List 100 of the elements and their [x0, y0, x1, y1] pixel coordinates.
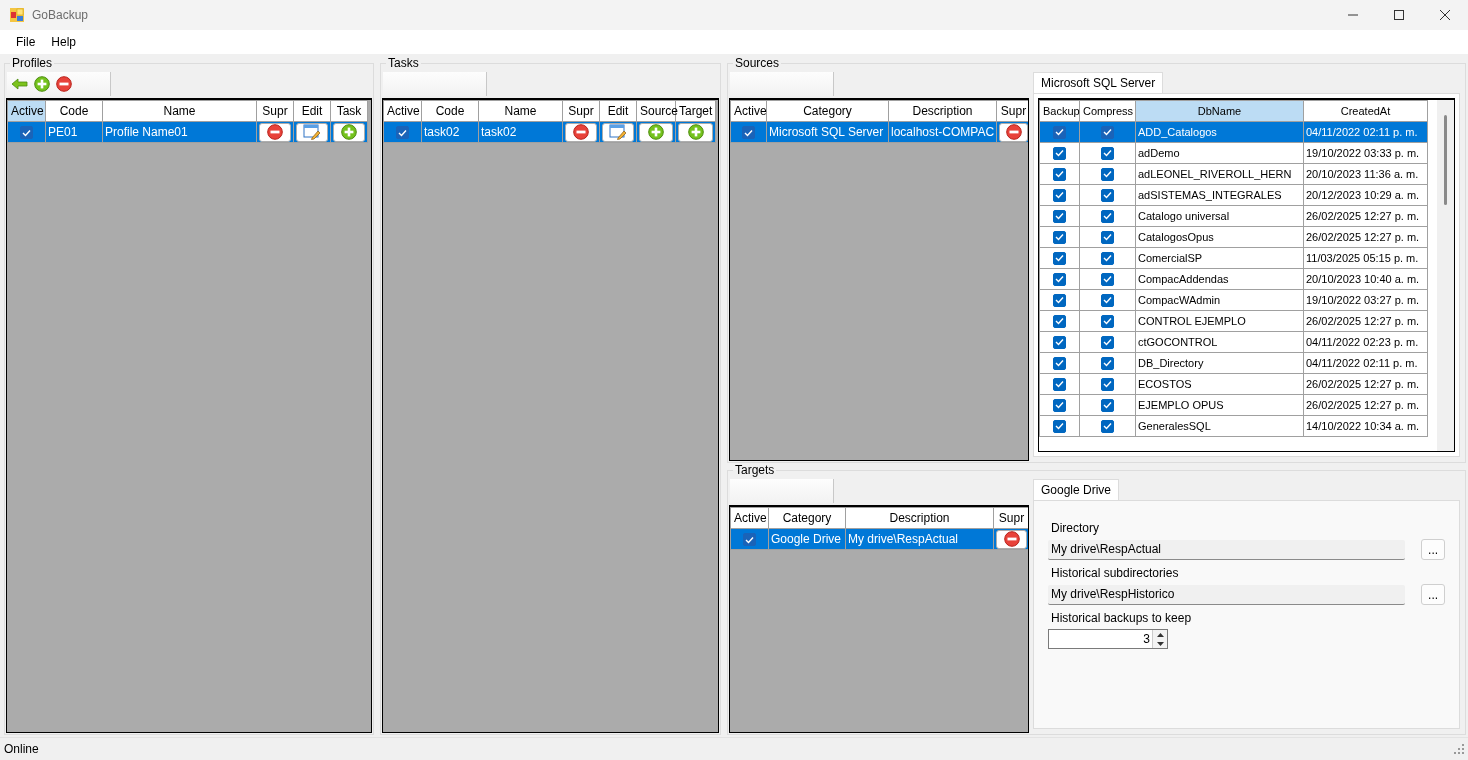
checkbox[interactable] [1101, 125, 1114, 139]
menu-item[interactable]: Help [43, 32, 85, 52]
column-header[interactable]: DbName [1135, 100, 1304, 122]
column-header[interactable]: Code [421, 100, 479, 122]
column-header[interactable]: Source [636, 100, 676, 122]
column-header[interactable]: Name [478, 100, 563, 122]
path-field[interactable]: My drive\RespActual [1048, 539, 1406, 560]
checkbox[interactable] [1053, 125, 1066, 139]
number-spinner[interactable]: 3 [1048, 629, 1168, 649]
checkbox[interactable] [1101, 293, 1114, 307]
check-icon [1055, 149, 1064, 158]
remove-button[interactable] [999, 122, 1028, 142]
column-header[interactable]: Compress [1079, 100, 1136, 122]
column-header[interactable]: Code [45, 100, 103, 122]
checkbox[interactable] [1053, 251, 1066, 265]
checkbox[interactable] [1101, 188, 1114, 202]
column-header[interactable]: Supr [993, 507, 1028, 529]
back-button[interactable] [11, 75, 28, 93]
column-header[interactable]: CreatedAt [1303, 100, 1428, 122]
add-button[interactable] [333, 122, 365, 142]
edit-button[interactable] [602, 122, 634, 142]
add-button[interactable] [639, 122, 673, 142]
check-icon [1103, 149, 1112, 158]
checkbox[interactable] [1101, 356, 1114, 370]
column-header[interactable]: Supr [256, 100, 294, 122]
edit-button[interactable] [296, 122, 328, 142]
column-header[interactable]: Name [102, 100, 257, 122]
checkbox[interactable] [1101, 209, 1114, 223]
check-icon [744, 128, 753, 137]
column-header[interactable]: Category [768, 507, 846, 529]
checkbox[interactable] [1101, 419, 1114, 433]
remove-icon [1005, 124, 1022, 140]
checkbox[interactable] [1053, 293, 1066, 307]
checkbox[interactable] [1053, 272, 1066, 286]
checkbox[interactable] [1053, 335, 1066, 349]
checkbox[interactable] [1053, 419, 1066, 433]
checkbox[interactable] [1101, 272, 1114, 286]
checkbox[interactable] [1053, 314, 1066, 328]
column-header[interactable]: Task [330, 100, 368, 122]
checkbox[interactable] [1101, 314, 1114, 328]
checkbox[interactable] [1101, 335, 1114, 349]
checkbox[interactable] [1053, 356, 1066, 370]
checkbox[interactable] [742, 126, 755, 140]
remove-button[interactable] [259, 122, 291, 142]
field-label: Historical backups to keep [1051, 611, 1193, 625]
remove-button[interactable] [55, 75, 72, 93]
checkbox[interactable] [1053, 146, 1066, 160]
tab[interactable]: Google Drive [1033, 479, 1120, 500]
checkbox[interactable] [1053, 230, 1066, 244]
column-header[interactable]: Edit [599, 100, 637, 122]
scrollbar-thumb[interactable] [1444, 115, 1447, 205]
group-title: Profiles [11, 56, 53, 70]
column-header[interactable]: Description [888, 100, 997, 122]
checkbox[interactable] [1101, 377, 1114, 391]
number-field[interactable]: 3 [1049, 632, 1150, 646]
spin-down-button[interactable] [1152, 639, 1167, 648]
remove-button[interactable] [565, 122, 597, 142]
browse-button[interactable]: ... [1421, 539, 1445, 560]
checkbox[interactable] [1053, 188, 1066, 202]
menu-item[interactable]: File [8, 32, 44, 52]
browse-button[interactable]: ... [1421, 584, 1445, 605]
column-header[interactable]: Category [766, 100, 889, 122]
check-icon [1055, 191, 1064, 200]
checkbox[interactable] [1053, 377, 1066, 391]
check-icon [1055, 233, 1064, 242]
checkbox[interactable] [1101, 146, 1114, 160]
checkbox[interactable] [1053, 398, 1066, 412]
path-field[interactable]: My drive\RespHistorico [1048, 584, 1406, 605]
tab[interactable]: Microsoft SQL Server [1033, 72, 1164, 93]
check-icon [1055, 338, 1064, 347]
checkbox[interactable] [1053, 209, 1066, 223]
check-icon [1055, 296, 1064, 305]
column-header[interactable]: Backup [1039, 100, 1080, 122]
check-icon [1103, 359, 1112, 368]
checkbox[interactable] [1101, 398, 1114, 412]
spin-up-button[interactable] [1152, 630, 1167, 639]
column-header[interactable]: Supr [562, 100, 600, 122]
checkbox[interactable] [1101, 167, 1114, 181]
checkbox[interactable] [1101, 251, 1114, 265]
checkbox[interactable] [1053, 167, 1066, 181]
checkbox[interactable] [20, 126, 33, 140]
up-arrow-icon [1156, 632, 1164, 637]
column-header[interactable]: Active [383, 100, 422, 122]
scrollbar[interactable] [1437, 100, 1454, 451]
remove-icon [573, 124, 589, 140]
checkbox[interactable] [1101, 230, 1114, 244]
add-button[interactable] [678, 122, 713, 142]
remove-icon [1003, 531, 1020, 547]
add-button[interactable] [33, 75, 50, 93]
column-header[interactable]: Edit [293, 100, 331, 122]
column-header[interactable]: Supr [996, 100, 1028, 122]
remove-button[interactable] [996, 529, 1027, 549]
column-header[interactable]: Active [730, 507, 769, 529]
column-header[interactable]: Description [845, 507, 994, 529]
column-header[interactable]: Active [7, 100, 46, 122]
checkbox[interactable] [396, 126, 409, 140]
checkbox[interactable] [743, 533, 756, 547]
add-icon [648, 124, 664, 140]
column-header[interactable]: Active [730, 100, 767, 122]
check-icon [1103, 128, 1112, 137]
